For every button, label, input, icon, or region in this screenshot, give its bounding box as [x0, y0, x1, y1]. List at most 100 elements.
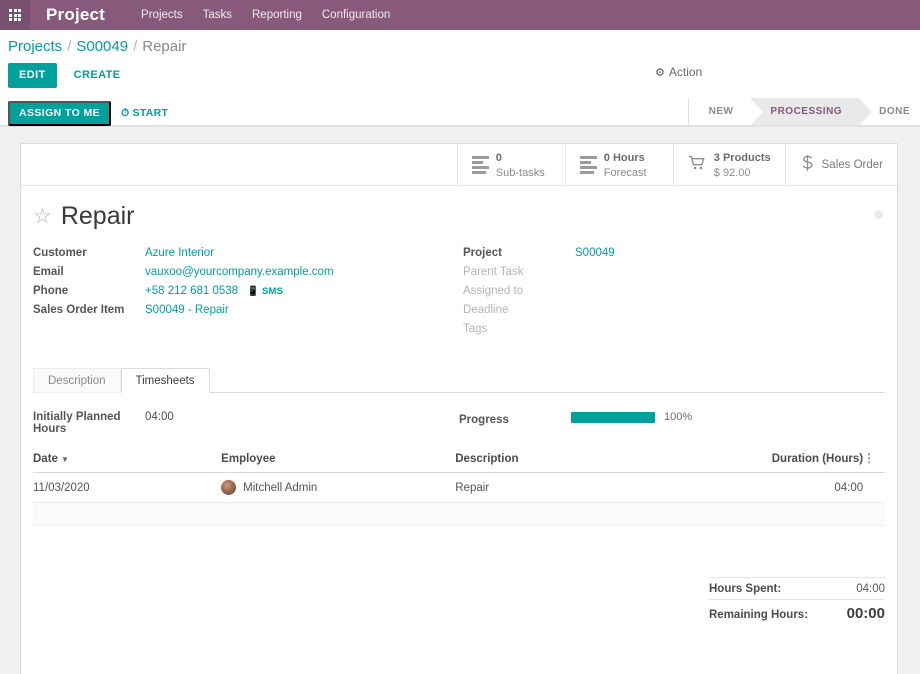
forecast-value: 0 Hours — [603, 151, 645, 164]
menu-item-reporting[interactable]: Reporting — [252, 9, 302, 21]
sub-tasks-label: Sub-tasks — [495, 166, 545, 179]
progress-percent-text: 100% — [664, 411, 693, 424]
field-tags-label: Tags — [463, 323, 488, 336]
tab-panel-timesheets: Initially Planned Hours 04:00 Progress 1… — [33, 393, 885, 527]
form-column-right: Project S00049 Parent Task Assigned to D… — [463, 247, 893, 342]
action-menu-label: Action — [668, 65, 703, 79]
field-deadline: Deadline — [463, 304, 893, 323]
column-header-description[interactable]: Description — [455, 448, 772, 474]
field-sales-order-item: Sales Order Item S00049 - Repair — [33, 304, 463, 323]
field-sales-order-item-label: Sales Order Item — [33, 304, 125, 317]
gear-icon: ⚙ — [655, 66, 665, 79]
field-customer: Customer Azure Interior — [33, 247, 463, 266]
tab-timesheets[interactable]: Timesheets — [120, 368, 210, 394]
initially-planned-hours-label: Initially Planned Hours — [33, 411, 121, 436]
tab-description[interactable]: Description — [33, 368, 121, 394]
field-project-value[interactable]: S00049 — [575, 247, 615, 259]
breadcrumb-item-projects[interactable]: Projects — [8, 38, 62, 55]
field-progress: Progress 100% — [459, 411, 885, 430]
main-menu: Projects Tasks Reporting Configuration — [141, 9, 390, 21]
notebook: Description Timesheets Initially Planned… — [21, 368, 897, 527]
cell-description[interactable]: Repair — [455, 472, 772, 504]
sms-link-label: SMS — [261, 286, 284, 298]
table-row[interactable]: 11/03/2020 Mitchell Admin Repair 04:00 — [33, 472, 885, 504]
notebook-tabs: Description Timesheets — [33, 368, 885, 394]
action-menu-button[interactable]: ⚙ Action — [655, 65, 702, 79]
field-customer-value[interactable]: Azure Interior — [145, 247, 214, 259]
record-status-row: ASSIGN TO ME ⏱ START NEW PROCESSING DONE — [0, 98, 920, 127]
create-button[interactable]: CREATE — [63, 63, 132, 88]
mobile-icon: 📱 — [247, 286, 260, 298]
field-assigned-to: Assigned to — [463, 285, 893, 304]
cell-date[interactable]: 11/03/2020 — [33, 472, 222, 504]
stat-button-sub-tasks[interactable]: 0 Sub-tasks — [456, 144, 565, 186]
avatar — [221, 480, 237, 496]
statusbar: NEW PROCESSING DONE — [687, 98, 920, 127]
field-project-label: Project — [463, 247, 502, 260]
start-button-label: START — [132, 107, 169, 120]
total-hours-spent: Hours Spent: 04:00 — [709, 577, 885, 599]
progress-label: Progress — [459, 413, 509, 426]
sms-link[interactable]: 📱 SMS — [247, 286, 283, 297]
remaining-hours-value: 00:00 — [846, 605, 885, 623]
form-sheet: 0 Sub-tasks 0 Hours Forecast 3 Products … — [20, 143, 898, 674]
star-outline-icon[interactable]: ☆ — [33, 206, 52, 227]
list-icon — [471, 155, 489, 174]
menu-item-projects[interactable]: Projects — [141, 9, 183, 21]
progress-bar[interactable] — [571, 411, 655, 423]
initially-planned-hours-value[interactable]: 04:00 — [145, 411, 174, 423]
stat-button-forecast[interactable]: 0 Hours Forecast — [564, 144, 673, 186]
sub-tasks-value: 0 — [495, 151, 502, 164]
cell-duration[interactable]: 04:00 — [771, 472, 864, 504]
apps-menu-button[interactable] — [0, 0, 30, 30]
stage-processing[interactable]: PROCESSING — [750, 98, 872, 127]
stage-new[interactable]: NEW — [688, 98, 751, 126]
app-brand-title[interactable]: Project — [30, 5, 119, 25]
control-panel: Projects / S00049 / Repair EDIT CREATE ⚙… — [0, 30, 920, 128]
menu-item-configuration[interactable]: Configuration — [322, 9, 390, 21]
add-a-line-cell[interactable] — [33, 502, 885, 527]
breadcrumb: Projects / S00049 / Repair — [0, 30, 920, 59]
field-phone-value[interactable]: +58 212 681 0538 — [145, 285, 238, 297]
sort-caret-icon: ▼ — [60, 454, 69, 464]
assign-to-me-button[interactable]: ASSIGN TO ME — [8, 101, 112, 126]
top-navbar: Project Projects Tasks Reporting Configu… — [0, 0, 920, 30]
progress-group: Progress 100% — [459, 411, 885, 430]
cell-employee[interactable]: Mitchell Admin — [221, 472, 456, 504]
form-fields: Customer Azure Interior Email vauxoo@you… — [21, 229, 897, 342]
field-email: Email vauxoo@yourcompany.example.com — [33, 266, 463, 285]
stat-button-products[interactable]: 3 Products $ 92.00 — [672, 144, 785, 186]
field-email-label: Email — [33, 266, 64, 279]
control-panel-buttons: EDIT CREATE ⚙ Action — [0, 59, 920, 98]
list-icon — [579, 155, 597, 174]
field-customer-label: Customer — [33, 247, 87, 260]
start-button[interactable]: ⏱ START — [121, 107, 168, 120]
breadcrumb-item-s00049[interactable]: S00049 — [76, 38, 128, 55]
field-sales-order-item-value[interactable]: S00049 - Repair — [145, 304, 229, 316]
record-action-buttons: ASSIGN TO ME ⏱ START — [8, 101, 168, 126]
menu-item-tasks[interactable]: Tasks — [203, 9, 232, 21]
total-remaining-hours: Remaining Hours: 00:00 — [709, 599, 885, 626]
field-email-value[interactable]: vauxoo@yourcompany.example.com — [145, 266, 334, 278]
stat-button-sales-order[interactable]: Sales Order — [784, 144, 897, 186]
field-deadline-label: Deadline — [463, 304, 509, 317]
stage-new-label: NEW — [708, 106, 734, 118]
hours-spent-value: 04:00 — [856, 583, 885, 596]
breadcrumb-item-current: Repair — [142, 38, 187, 55]
apps-grid-icon — [9, 9, 21, 21]
column-header-duration[interactable]: Duration (Hours) — [771, 448, 864, 474]
field-project: Project S00049 — [463, 247, 893, 266]
sheet-container: 0 Sub-tasks 0 Hours Forecast 3 Products … — [0, 127, 920, 674]
form-column-left: Customer Azure Interior Email vauxoo@you… — [33, 247, 463, 342]
stat-button-bar: 0 Sub-tasks 0 Hours Forecast 3 Products … — [21, 144, 897, 187]
stage-processing-label: PROCESSING — [770, 106, 843, 118]
timesheet-totals: Hours Spent: 04:00 Remaining Hours: 00:0… — [709, 577, 885, 626]
edit-button[interactable]: EDIT — [8, 63, 57, 89]
optional-columns-button[interactable]: ⋮ — [863, 448, 885, 474]
column-header-employee[interactable]: Employee — [221, 448, 456, 474]
hours-spent-label: Hours Spent: — [709, 583, 782, 596]
field-phone-label: Phone — [33, 285, 69, 298]
add-a-line-row[interactable] — [33, 502, 885, 527]
products-value: 3 Products — [713, 151, 771, 164]
column-header-date[interactable]: Date ▼ — [33, 448, 222, 474]
